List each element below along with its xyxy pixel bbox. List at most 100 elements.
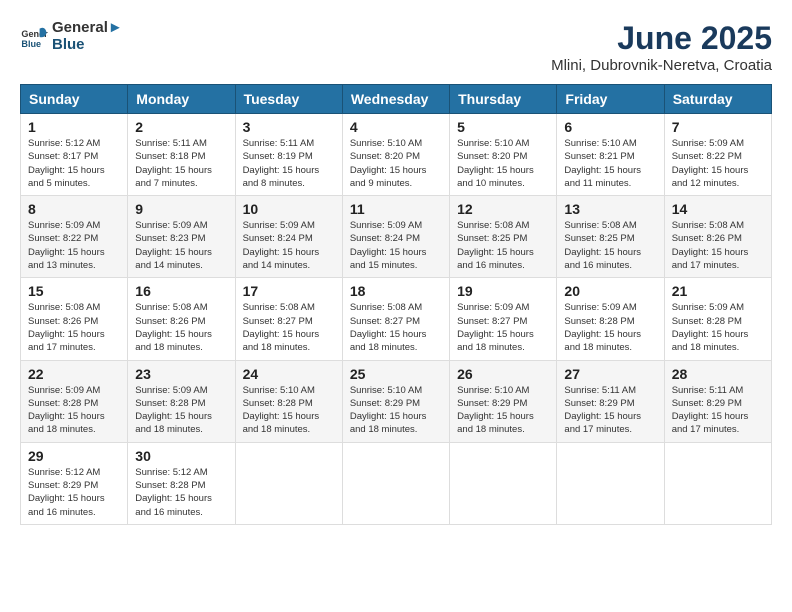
day-number: 29: [28, 448, 120, 464]
day-detail: Sunrise: 5:09 AMSunset: 8:23 PMDaylight:…: [135, 219, 227, 272]
logo-icon: General Blue: [20, 23, 48, 51]
calendar-subtitle: Mlini, Dubrovnik-Neretva, Croatia: [551, 57, 772, 74]
day-number: 12: [457, 201, 549, 217]
day-number: 23: [135, 366, 227, 382]
calendar-cell: 20 Sunrise: 5:09 AMSunset: 8:28 PMDaylig…: [557, 278, 664, 360]
day-number: 13: [564, 201, 656, 217]
day-number: 2: [135, 119, 227, 135]
day-detail: Sunrise: 5:09 AMSunset: 8:24 PMDaylight:…: [243, 219, 335, 272]
day-detail: Sunrise: 5:09 AMSunset: 8:27 PMDaylight:…: [457, 301, 549, 354]
day-detail: Sunrise: 5:08 AMSunset: 8:26 PMDaylight:…: [672, 219, 764, 272]
calendar-week-row: 8 Sunrise: 5:09 AMSunset: 8:22 PMDayligh…: [21, 196, 772, 278]
day-number: 11: [350, 201, 442, 217]
calendar-week-row: 1 Sunrise: 5:12 AMSunset: 8:17 PMDayligh…: [21, 114, 772, 196]
header: General Blue General► Blue June 2025 Mli…: [20, 20, 772, 74]
calendar-cell: 7 Sunrise: 5:09 AMSunset: 8:22 PMDayligh…: [664, 114, 771, 196]
day-number: 14: [672, 201, 764, 217]
day-number: 7: [672, 119, 764, 135]
calendar-cell: 24 Sunrise: 5:10 AMSunset: 8:28 PMDaylig…: [235, 360, 342, 442]
day-detail: Sunrise: 5:11 AMSunset: 8:19 PMDaylight:…: [243, 137, 335, 190]
day-detail: Sunrise: 5:12 AMSunset: 8:17 PMDaylight:…: [28, 137, 120, 190]
calendar-week-row: 15 Sunrise: 5:08 AMSunset: 8:26 PMDaylig…: [21, 278, 772, 360]
day-detail: Sunrise: 5:09 AMSunset: 8:22 PMDaylight:…: [28, 219, 120, 272]
day-detail: Sunrise: 5:10 AMSunset: 8:29 PMDaylight:…: [350, 384, 442, 437]
calendar-cell: [557, 442, 664, 524]
calendar-cell: [342, 442, 449, 524]
calendar-cell: 13 Sunrise: 5:08 AMSunset: 8:25 PMDaylig…: [557, 196, 664, 278]
day-number: 5: [457, 119, 549, 135]
calendar-cell: [235, 442, 342, 524]
calendar-cell: 10 Sunrise: 5:09 AMSunset: 8:24 PMDaylig…: [235, 196, 342, 278]
calendar-week-row: 29 Sunrise: 5:12 AMSunset: 8:29 PMDaylig…: [21, 442, 772, 524]
calendar-cell: 22 Sunrise: 5:09 AMSunset: 8:28 PMDaylig…: [21, 360, 128, 442]
day-number: 4: [350, 119, 442, 135]
day-detail: Sunrise: 5:11 AMSunset: 8:29 PMDaylight:…: [672, 384, 764, 437]
day-detail: Sunrise: 5:11 AMSunset: 8:29 PMDaylight:…: [564, 384, 656, 437]
col-thursday: Thursday: [450, 85, 557, 114]
calendar-cell: 26 Sunrise: 5:10 AMSunset: 8:29 PMDaylig…: [450, 360, 557, 442]
col-tuesday: Tuesday: [235, 85, 342, 114]
calendar-cell: 12 Sunrise: 5:08 AMSunset: 8:25 PMDaylig…: [450, 196, 557, 278]
calendar-cell: 25 Sunrise: 5:10 AMSunset: 8:29 PMDaylig…: [342, 360, 449, 442]
calendar-cell: 9 Sunrise: 5:09 AMSunset: 8:23 PMDayligh…: [128, 196, 235, 278]
day-detail: Sunrise: 5:09 AMSunset: 8:28 PMDaylight:…: [564, 301, 656, 354]
day-number: 17: [243, 283, 335, 299]
day-number: 18: [350, 283, 442, 299]
day-detail: Sunrise: 5:09 AMSunset: 8:28 PMDaylight:…: [28, 384, 120, 437]
calendar-cell: 1 Sunrise: 5:12 AMSunset: 8:17 PMDayligh…: [21, 114, 128, 196]
day-detail: Sunrise: 5:12 AMSunset: 8:28 PMDaylight:…: [135, 466, 227, 519]
day-number: 16: [135, 283, 227, 299]
col-friday: Friday: [557, 85, 664, 114]
day-detail: Sunrise: 5:10 AMSunset: 8:20 PMDaylight:…: [457, 137, 549, 190]
day-number: 26: [457, 366, 549, 382]
calendar-cell: 28 Sunrise: 5:11 AMSunset: 8:29 PMDaylig…: [664, 360, 771, 442]
day-number: 10: [243, 201, 335, 217]
day-detail: Sunrise: 5:09 AMSunset: 8:24 PMDaylight:…: [350, 219, 442, 272]
calendar-cell: [450, 442, 557, 524]
calendar-cell: 16 Sunrise: 5:08 AMSunset: 8:26 PMDaylig…: [128, 278, 235, 360]
col-sunday: Sunday: [21, 85, 128, 114]
day-number: 24: [243, 366, 335, 382]
day-detail: Sunrise: 5:08 AMSunset: 8:27 PMDaylight:…: [350, 301, 442, 354]
col-wednesday: Wednesday: [342, 85, 449, 114]
calendar-table: Sunday Monday Tuesday Wednesday Thursday…: [20, 84, 772, 525]
calendar-cell: 6 Sunrise: 5:10 AMSunset: 8:21 PMDayligh…: [557, 114, 664, 196]
svg-text:Blue: Blue: [21, 38, 41, 48]
calendar-cell: 4 Sunrise: 5:10 AMSunset: 8:20 PMDayligh…: [342, 114, 449, 196]
day-number: 28: [672, 366, 764, 382]
logo-blue: Blue: [52, 37, 123, 54]
day-detail: Sunrise: 5:10 AMSunset: 8:21 PMDaylight:…: [564, 137, 656, 190]
calendar-cell: 23 Sunrise: 5:09 AMSunset: 8:28 PMDaylig…: [128, 360, 235, 442]
day-number: 6: [564, 119, 656, 135]
day-number: 27: [564, 366, 656, 382]
day-number: 8: [28, 201, 120, 217]
calendar-cell: 3 Sunrise: 5:11 AMSunset: 8:19 PMDayligh…: [235, 114, 342, 196]
day-number: 1: [28, 119, 120, 135]
calendar-cell: 17 Sunrise: 5:08 AMSunset: 8:27 PMDaylig…: [235, 278, 342, 360]
day-number: 25: [350, 366, 442, 382]
day-number: 30: [135, 448, 227, 464]
day-detail: Sunrise: 5:10 AMSunset: 8:20 PMDaylight:…: [350, 137, 442, 190]
calendar-cell: 21 Sunrise: 5:09 AMSunset: 8:28 PMDaylig…: [664, 278, 771, 360]
day-number: 22: [28, 366, 120, 382]
title-area: June 2025 Mlini, Dubrovnik-Neretva, Croa…: [551, 20, 772, 74]
day-detail: Sunrise: 5:08 AMSunset: 8:25 PMDaylight:…: [564, 219, 656, 272]
col-saturday: Saturday: [664, 85, 771, 114]
logo-text: General►: [52, 20, 123, 37]
calendar-cell: 15 Sunrise: 5:08 AMSunset: 8:26 PMDaylig…: [21, 278, 128, 360]
calendar-cell: 30 Sunrise: 5:12 AMSunset: 8:28 PMDaylig…: [128, 442, 235, 524]
day-detail: Sunrise: 5:09 AMSunset: 8:22 PMDaylight:…: [672, 137, 764, 190]
day-detail: Sunrise: 5:09 AMSunset: 8:28 PMDaylight:…: [672, 301, 764, 354]
day-detail: Sunrise: 5:11 AMSunset: 8:18 PMDaylight:…: [135, 137, 227, 190]
header-row: Sunday Monday Tuesday Wednesday Thursday…: [21, 85, 772, 114]
calendar-cell: 29 Sunrise: 5:12 AMSunset: 8:29 PMDaylig…: [21, 442, 128, 524]
day-detail: Sunrise: 5:10 AMSunset: 8:28 PMDaylight:…: [243, 384, 335, 437]
day-detail: Sunrise: 5:10 AMSunset: 8:29 PMDaylight:…: [457, 384, 549, 437]
day-number: 21: [672, 283, 764, 299]
day-number: 15: [28, 283, 120, 299]
calendar-cell: 27 Sunrise: 5:11 AMSunset: 8:29 PMDaylig…: [557, 360, 664, 442]
calendar-cell: [664, 442, 771, 524]
day-number: 9: [135, 201, 227, 217]
calendar-cell: 14 Sunrise: 5:08 AMSunset: 8:26 PMDaylig…: [664, 196, 771, 278]
calendar-cell: 2 Sunrise: 5:11 AMSunset: 8:18 PMDayligh…: [128, 114, 235, 196]
